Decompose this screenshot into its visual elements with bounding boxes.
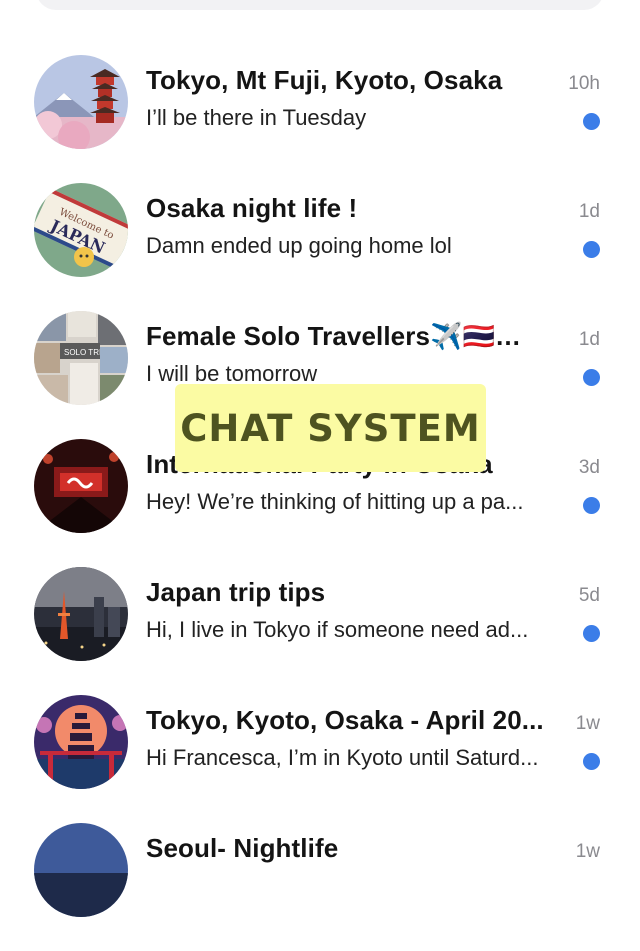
unread-dot-icon	[583, 369, 600, 386]
chat-row[interactable]: Welcome to JAPAN Osaka night life ! 1d D…	[0, 183, 640, 311]
collage-icon: SOLO TRIP	[34, 311, 128, 405]
chat-row[interactable]: Tokyo, Kyoto, Osaka - April 20... 1w Hi …	[0, 695, 640, 823]
club-stage-icon	[34, 439, 128, 533]
chat-title: Japan trip tips	[146, 577, 326, 607]
tokyo-tower-night-icon	[34, 567, 128, 661]
unread-dot-icon	[583, 497, 600, 514]
chat-preview: Hi, I live in Tokyo if someone need ad..…	[146, 617, 529, 642]
chat-row[interactable]: Tokyo, Mt Fuji, Kyoto, Osaka 10h I’ll be…	[0, 55, 640, 183]
chat-preview: Damn ended up going home lol	[146, 233, 452, 258]
torii-pagoda-icon	[34, 695, 128, 789]
chat-time: 3d	[578, 457, 600, 478]
chat-title: Tokyo, Mt Fuji, Kyoto, Osaka	[146, 65, 503, 95]
overlay-banner: CHAT SYSTEM	[175, 384, 486, 472]
unread-dot-icon	[583, 241, 600, 258]
chat-time: 1w	[575, 713, 600, 734]
chat-time: 1d	[578, 201, 600, 222]
chat-time: 10h	[568, 73, 600, 94]
unread-dot-icon	[583, 625, 600, 642]
chat-title: Tokyo, Kyoto, Osaka - April 20...	[146, 705, 544, 735]
chat-preview: Hey! We’re thinking of hitting up a pa..…	[146, 489, 524, 514]
chat-time: 1d	[578, 329, 600, 350]
chat-preview: Hi Francesca, I’m in Kyoto until Saturd.…	[146, 745, 539, 770]
unread-dot-icon	[583, 753, 600, 770]
chat-row[interactable]: Japan trip tips 5d Hi, I live in Tokyo i…	[0, 567, 640, 695]
chat-row[interactable]: Seoul- Nightlife 1w	[0, 823, 640, 951]
chat-title: Female Solo Travellers✈️🇹🇭…	[146, 321, 522, 351]
chat-title: Seoul- Nightlife	[146, 833, 339, 863]
search-bar[interactable]	[36, 0, 604, 10]
welcome-japan-stamp-icon: Welcome to JAPAN	[34, 183, 128, 277]
unread-dot-icon	[583, 113, 600, 130]
city-night-icon	[34, 823, 128, 917]
pagoda-fuji-icon	[34, 55, 128, 149]
chat-time: 1w	[575, 841, 600, 862]
chat-time: 5d	[578, 585, 600, 606]
chat-title: Osaka night life !	[146, 193, 358, 223]
chat-preview: I’ll be there in Tuesday	[146, 105, 367, 130]
overlay-text: CHAT SYSTEM	[180, 406, 481, 450]
